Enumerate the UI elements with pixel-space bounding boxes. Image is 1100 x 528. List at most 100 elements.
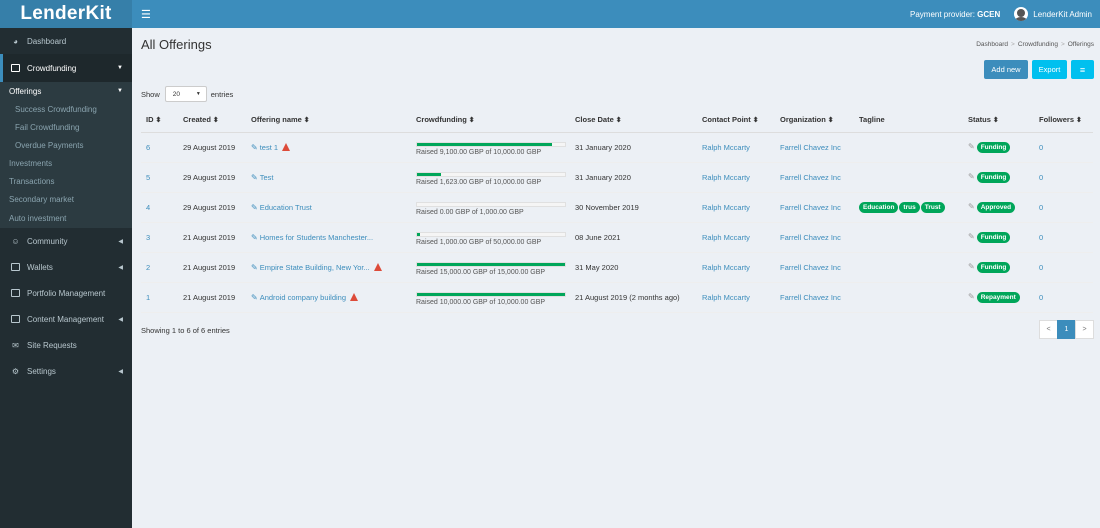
money-icon	[10, 64, 21, 73]
offering-name-link[interactable]: Test	[260, 173, 274, 182]
sidebar-item-investments[interactable]: Investments	[0, 154, 132, 172]
organization-link[interactable]: Farrell Chavez Inc	[780, 203, 841, 212]
table-header-row: ID ⬍ Created ⬍ Offering name ⬍ Crowdfunding…	[141, 108, 1093, 133]
sidebar-item-fail-crowdfunding[interactable]: Fail Crowdfunding	[0, 118, 132, 136]
offering-name-link[interactable]: Homes for Students Manchester...	[260, 233, 373, 242]
offering-id-link[interactable]: 6	[146, 143, 150, 152]
column-header[interactable]: ID ⬍	[141, 108, 178, 133]
entries-select[interactable]: 20 ▼	[164, 86, 207, 102]
pencil-icon[interactable]: ✎	[968, 172, 975, 181]
warning-icon	[373, 262, 382, 271]
followers-link[interactable]: 0	[1039, 203, 1043, 212]
followers-link[interactable]: 0	[1039, 143, 1043, 152]
cell-followers: 0	[1034, 162, 1093, 193]
export-button[interactable]: Export	[1032, 60, 1067, 79]
sidebar-item-transactions[interactable]: Transactions	[0, 172, 132, 190]
breadcrumb-crowdfunding[interactable]: Crowdfunding	[1018, 41, 1058, 48]
offering-name-link[interactable]: Empire State Building, New Yor...	[260, 263, 370, 272]
offering-name-link[interactable]: Education Trust	[260, 203, 312, 212]
pencil-icon[interactable]: ✎	[968, 292, 975, 301]
pagination-next[interactable]: >	[1075, 320, 1094, 339]
user-menu[interactable]: LenderKit Admin	[1014, 7, 1092, 21]
organization-link[interactable]: Farrell Chavez Inc	[780, 173, 841, 182]
column-header-label: Organization	[780, 115, 826, 125]
caret-left-icon: ◀	[118, 264, 123, 271]
contact-link[interactable]: Ralph Mccarty	[702, 233, 750, 242]
pencil-icon[interactable]: ✎	[968, 262, 975, 271]
pencil-icon[interactable]: ✎	[251, 173, 258, 182]
sidebar-item-success-crowdfunding[interactable]: Success Crowdfunding	[0, 100, 132, 118]
offering-id-link[interactable]: 4	[146, 203, 150, 212]
offering-id-link[interactable]: 3	[146, 233, 150, 242]
offering-id-link[interactable]: 5	[146, 173, 150, 182]
column-header[interactable]: Close Date ⬍	[570, 108, 697, 133]
column-header[interactable]: Followers ⬍	[1034, 108, 1093, 133]
column-header[interactable]: Organization ⬍	[775, 108, 854, 133]
offering-name-link[interactable]: Android company building	[260, 293, 346, 302]
pencil-icon[interactable]: ✎	[251, 143, 258, 152]
organization-link[interactable]: Farrell Chavez Inc	[780, 263, 841, 272]
column-header[interactable]: Contact Point ⬍	[697, 108, 775, 133]
sidebar-item-offerings[interactable]: Offerings ▼	[0, 82, 132, 100]
offering-id-link[interactable]: 2	[146, 263, 150, 272]
cell-organization: Farrell Chavez Inc	[775, 282, 854, 313]
sidebar-item-secondary-market[interactable]: Secondary market	[0, 190, 132, 208]
cell-close-date: 31 January 2020	[570, 132, 697, 163]
pencil-icon[interactable]: ✎	[968, 142, 975, 151]
sidebar-item-portfolio-management[interactable]: Portfolio Management	[0, 280, 132, 306]
sidebar-item-community[interactable]: ☺ Community ◀	[0, 228, 132, 254]
cell-contact-point: Ralph Mccarty	[697, 132, 775, 163]
pencil-icon[interactable]: ✎	[968, 202, 975, 211]
pagination: < 1 >	[1039, 320, 1094, 339]
menu-toggle-icon[interactable]: ☰	[141, 8, 153, 21]
offering-id-link[interactable]: 1	[146, 293, 150, 302]
sidebar-item-dashboard[interactable]: ◕ Dashboard	[0, 28, 132, 54]
avatar	[1014, 7, 1029, 21]
sort-icon: ⬍	[1074, 117, 1082, 125]
cell-tagline: Education trus Trust	[854, 192, 963, 223]
users-icon: ☺	[11, 236, 20, 246]
add-new-button[interactable]: Add new	[984, 60, 1028, 79]
pagination-prev[interactable]: <	[1039, 320, 1058, 339]
sidebar-item-auto-investment[interactable]: Auto investment	[0, 208, 132, 228]
contact-link[interactable]: Ralph Mccarty	[702, 293, 750, 302]
sidebar-item-content-management[interactable]: Content Management ◀	[0, 306, 132, 332]
contact-link[interactable]: Ralph Mccarty	[702, 263, 750, 272]
column-header[interactable]: Created ⬍	[178, 108, 246, 133]
pencil-icon[interactable]: ✎	[251, 293, 258, 302]
column-header[interactable]: Status ⬍	[963, 108, 1034, 133]
contact-link[interactable]: Ralph Mccarty	[702, 203, 750, 212]
followers-link[interactable]: 0	[1039, 293, 1043, 302]
app-logo[interactable]: LenderKit	[0, 0, 132, 28]
followers-link[interactable]: 0	[1039, 173, 1043, 182]
sidebar-item-site-requests[interactable]: ✉ Site Requests	[0, 332, 132, 358]
sidebar-item-settings[interactable]: ⚙ Settings ◀	[0, 358, 132, 384]
sidebar-item-label: Offerings	[9, 86, 42, 96]
pencil-icon[interactable]: ✎	[968, 232, 975, 241]
envelope-icon: ✉	[12, 340, 19, 350]
organization-link[interactable]: Farrell Chavez Inc	[780, 233, 841, 242]
tag-badge: Education	[859, 201, 899, 213]
cell-organization: Farrell Chavez Inc	[775, 252, 854, 283]
pencil-icon[interactable]: ✎	[251, 233, 258, 242]
organization-link[interactable]: Farrell Chavez Inc	[780, 293, 841, 302]
cell-tagline	[854, 282, 963, 313]
organization-link[interactable]: Farrell Chavez Inc	[780, 143, 841, 152]
filter-button[interactable]: ≡	[1071, 60, 1094, 79]
sidebar-item-wallets[interactable]: Wallets ◀	[0, 254, 132, 280]
followers-link[interactable]: 0	[1039, 233, 1043, 242]
pagination-page-1[interactable]: 1	[1057, 320, 1076, 339]
breadcrumb-dashboard[interactable]: Dashboard	[976, 41, 1008, 48]
column-header[interactable]: Offering name ⬍	[246, 108, 411, 133]
followers-link[interactable]: 0	[1039, 263, 1043, 272]
pencil-icon[interactable]: ✎	[251, 263, 258, 272]
cell-offering-name: ✎ Test	[246, 162, 411, 193]
pencil-icon[interactable]: ✎	[251, 203, 258, 212]
contact-link[interactable]: Ralph Mccarty	[702, 143, 750, 152]
column-header[interactable]: Crowdfunding ⬍	[411, 108, 570, 133]
user-name: LenderKit Admin	[1033, 9, 1092, 19]
offering-name-link[interactable]: test 1	[260, 143, 278, 152]
sidebar-item-overdue-payments[interactable]: Overdue Payments	[0, 136, 132, 154]
sidebar-item-crowdfunding[interactable]: Crowdfunding ▼	[0, 54, 132, 82]
contact-link[interactable]: Ralph Mccarty	[702, 173, 750, 182]
